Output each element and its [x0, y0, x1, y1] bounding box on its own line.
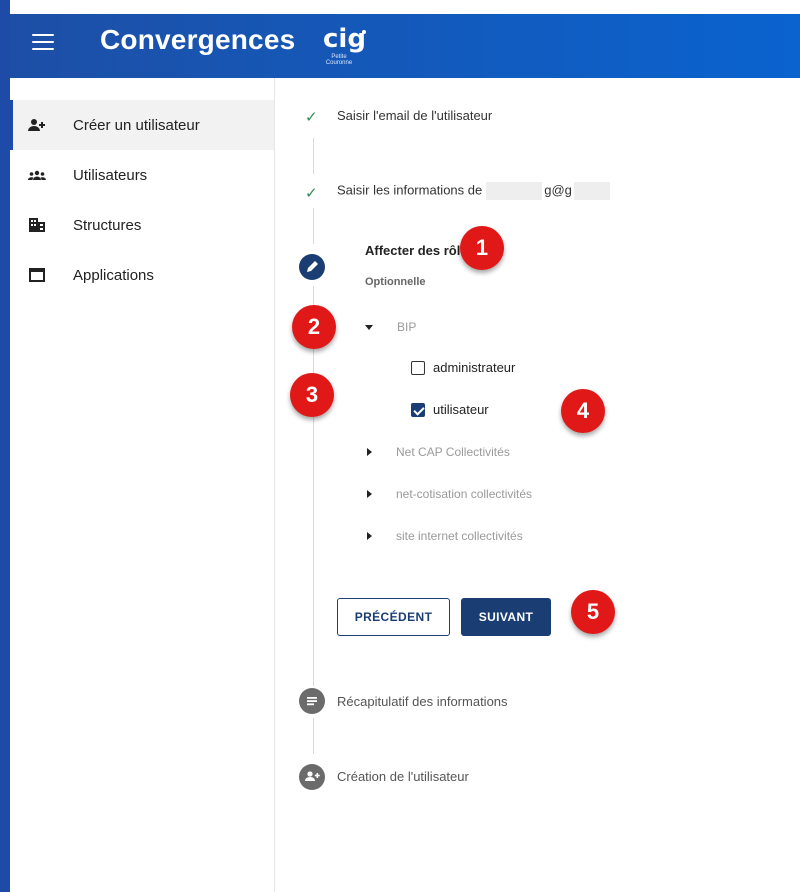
redacted-block — [486, 182, 543, 200]
checkbox-checked[interactable] — [411, 402, 425, 417]
annotation-badge-5: 5 — [571, 590, 615, 634]
caret-down-icon — [365, 324, 373, 330]
annotation-badge-4: 4 — [561, 389, 605, 433]
step-summary-label: Récapitulatif des informations — [337, 694, 508, 709]
annotation-badge-1: 1 — [460, 226, 504, 270]
create-step-indicator — [299, 764, 325, 790]
checkbox[interactable] — [411, 360, 425, 375]
role-checkbox-utilisateur[interactable]: utilisateur — [411, 402, 489, 417]
check-icon: ✓ — [305, 185, 318, 202]
stepper-connector — [313, 208, 314, 244]
sidebar-item-users[interactable]: Utilisateurs — [10, 150, 274, 200]
tree-node-bip[interactable]: BIP — [365, 320, 416, 334]
role-label: administrateur — [433, 360, 516, 375]
top-bar: Convergences cig Petite Couronne — [10, 14, 800, 78]
step-roles-title: Affecter des rôles — [365, 243, 475, 258]
step-info-label: Saisir les informations de g@g — [337, 182, 610, 200]
step-create-label: Création de l'utilisateur — [337, 769, 469, 784]
hamburger-menu-icon[interactable] — [32, 34, 54, 52]
role-checkbox-administrateur[interactable]: administrateur — [411, 360, 515, 375]
role-label: utilisateur — [433, 402, 489, 417]
caret-right-icon — [367, 532, 372, 540]
sidebar-item-structures[interactable]: Structures — [10, 200, 274, 250]
tree-node-label: BIP — [397, 320, 417, 334]
tree-node-label: net-cotisation collectivités — [396, 487, 533, 501]
next-button[interactable]: SUIVANT — [461, 598, 551, 636]
step-info-prefix: Saisir les informations de — [337, 182, 483, 198]
step-email-label: Saisir l'email de l'utilisateur — [337, 108, 493, 123]
caret-right-icon — [367, 448, 372, 456]
annotation-badge-3: 3 — [290, 373, 334, 417]
stepper-connector — [313, 138, 314, 174]
app-title: Convergences — [100, 24, 296, 55]
summary-step-indicator — [299, 688, 325, 714]
sidebar-item-create-user[interactable]: Créer un utilisateur — [10, 100, 274, 150]
step-roles-subtitle: Optionnelle — [365, 276, 426, 288]
check-icon: ✓ — [305, 109, 318, 126]
window-icon — [29, 268, 45, 282]
sidebar-item-label: Utilisateurs — [73, 166, 148, 184]
tree-node-net-cotisation[interactable]: net-cotisation collectivités — [367, 487, 532, 501]
edit-step-indicator — [299, 254, 325, 280]
sidebar-item-applications[interactable]: Applications — [10, 250, 274, 300]
sidebar-item-label: Applications — [73, 266, 154, 284]
redacted-block — [573, 182, 610, 200]
tree-node-label: Net CAP Collectivités — [396, 445, 510, 459]
sidebar: Créer un utilisateur Utilisateurs Struct… — [10, 78, 275, 892]
tree-node-site-internet[interactable]: site internet collectivités — [367, 529, 523, 543]
step-info-email-fragment: g@g — [544, 182, 572, 198]
cig-logo-subtext: Petite Couronne — [325, 54, 353, 66]
logo-dot — [362, 30, 366, 34]
annotation-badge-2: 2 — [292, 305, 336, 349]
sidebar-item-label: Structures — [73, 216, 142, 234]
cig-logo: cig — [323, 24, 366, 54]
previous-button[interactable]: PRÉCÉDENT — [337, 598, 450, 636]
caret-right-icon — [367, 490, 372, 498]
building-icon — [29, 218, 45, 232]
stepper-panel: ✓ Saisir l'email de l'utilisateur ✓ Sais… — [275, 78, 800, 892]
list-icon — [307, 697, 317, 706]
add-user-icon — [305, 771, 320, 781]
users-group-icon — [28, 170, 46, 180]
pencil-icon — [307, 261, 318, 272]
add-user-icon — [28, 119, 45, 131]
stepper-connector — [313, 718, 314, 754]
tree-node-label: site internet collectivités — [396, 529, 523, 543]
tree-node-net-cap[interactable]: Net CAP Collectivités — [367, 445, 510, 459]
sidebar-item-label: Créer un utilisateur — [73, 116, 200, 134]
